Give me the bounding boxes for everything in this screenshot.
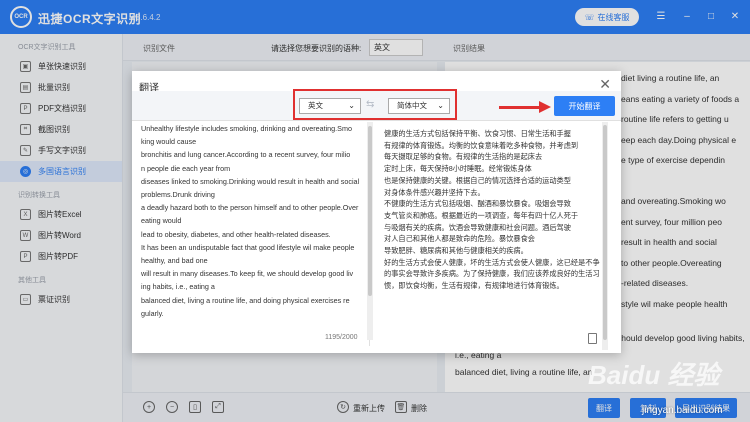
source-line: It has been an undisputable fact that go…	[141, 242, 355, 252]
watermark-text: jingyan.baidu.com	[642, 405, 723, 416]
target-line: 与吸烟有关的疾病。饮酒会导致健康和社会问题。酒后驾驶	[384, 222, 571, 232]
source-line: ing habits, i.e., eating a	[141, 282, 215, 292]
copy-icon[interactable]	[588, 333, 597, 344]
source-line: healthy, and bad one	[141, 256, 208, 266]
character-count: 1195/2000	[325, 334, 358, 341]
target-line: 支气管炎和肺癌。根据最近的一项调查，每年有四十亿人死于	[384, 210, 579, 220]
source-line: gularly.	[141, 308, 164, 318]
target-line: 有规律的体育锻炼。均衡的饮食意味着吃多种食物，并考虑到	[384, 140, 579, 150]
start-translate-button[interactable]: 开始翻译	[554, 96, 615, 116]
chevron-down-icon: ⌄	[348, 101, 355, 110]
source-language-select[interactable]: 英文 ⌄	[299, 98, 361, 114]
chevron-down-icon: ⌄	[437, 101, 444, 110]
source-line: a deadly hazard both to the person himse…	[141, 203, 359, 213]
source-text[interactable]: Unhealthy lifestyle includes smoking, dr…	[141, 122, 361, 320]
target-line: 导致肥胖、糖尿病和其他与健康相关的疾病。	[384, 246, 528, 256]
target-line: 定时上床，每天保持8小时睡眠。经常锻炼身体	[384, 164, 532, 174]
source-scrollbar[interactable]	[367, 122, 373, 340]
translate-dialog: 翻译 ✕ 英文 ⌄ ⇆ 简体中文 ⌄ 开始翻译 Unhealthy lifest…	[132, 71, 621, 353]
target-scrollbar[interactable]	[602, 122, 608, 350]
target-line: 对人自己和其他人都是致命的危险。暴饮暴食会	[384, 234, 535, 244]
target-line: 不健康的生活方式包括吸烟、酗酒和暴饮暴食。吸烟会导致	[384, 199, 571, 209]
watermark-logo: Baidu 经验	[588, 360, 720, 390]
target-line: 对身体条件感兴趣并坚持下去。	[384, 187, 485, 197]
source-text-pane[interactable]: Unhealthy lifestyle includes smoking, dr…	[132, 122, 370, 346]
target-text[interactable]: 健康的生活方式包括保持平衡、饮食习惯、日常生活和手握 有规律的体育锻炼。均衡的饮…	[384, 128, 604, 292]
target-text-pane[interactable]: 健康的生活方式包括保持平衡、饮食习惯、日常生活和手握 有规律的体育锻炼。均衡的饮…	[376, 122, 621, 346]
source-line: balanced diet, living a routine life, an…	[141, 295, 350, 305]
source-line: lead to obesity, diabetes, and other hea…	[141, 229, 331, 239]
annotation-arrow	[499, 106, 541, 109]
target-line: 健康的生活方式包括保持平衡、饮食习惯、日常生活和手握	[384, 129, 571, 138]
source-line: Unhealthy lifestyle includes smoking, dr…	[141, 124, 352, 133]
source-line: diseases linked to smoking.Drinking woul…	[141, 176, 360, 186]
target-language-select[interactable]: 简体中文 ⌄	[388, 98, 450, 114]
annotation-arrow-head	[539, 101, 551, 113]
source-line: will result in many diseases.To keep fit…	[141, 269, 354, 279]
source-line: eating would	[141, 216, 182, 226]
target-line: 惯，即饮食均衡，生活有规律，有规律地进行体育锻炼。	[384, 281, 564, 291]
swap-languages-icon[interactable]: ⇆	[366, 99, 374, 110]
target-line: 的事实会导致许多疾病。为了保持健康，我们应该养成良好的生活习	[384, 269, 600, 279]
scrollbar-thumb[interactable]	[603, 125, 607, 340]
target-language-value: 简体中文	[397, 101, 427, 110]
source-line: bronchitis and lung cancer.According to …	[141, 150, 351, 160]
source-line: problems.Drunk driving	[141, 190, 215, 200]
target-line: 每天摄取足够的食物。有规律的生活指的是起床去	[384, 152, 543, 162]
target-line: 好的生活方式会使人健康，坏的生活方式会使人健康，这已经是不争	[384, 257, 600, 267]
source-line: king would cause	[141, 137, 197, 147]
target-line: 也是保持健康的关键。根据自己的情况选择合适的运动类型	[384, 175, 571, 185]
source-language-value: 英文	[308, 101, 323, 110]
source-line: n people die each year from	[141, 163, 231, 173]
scrollbar-thumb[interactable]	[368, 126, 372, 296]
